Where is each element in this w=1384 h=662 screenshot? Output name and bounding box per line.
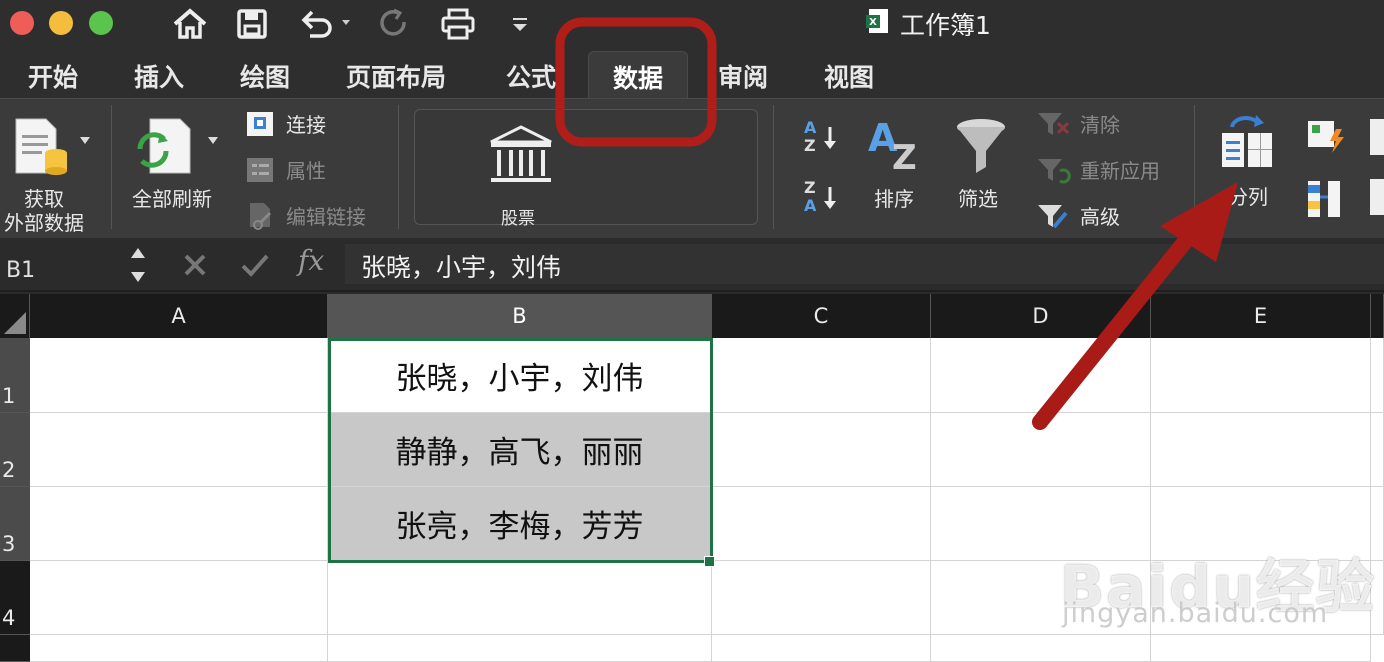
annotation-overlay [555, 17, 1238, 430]
tab-highlight-box [555, 17, 717, 147]
annotation-arrow-shaft [1032, 220, 1204, 430]
